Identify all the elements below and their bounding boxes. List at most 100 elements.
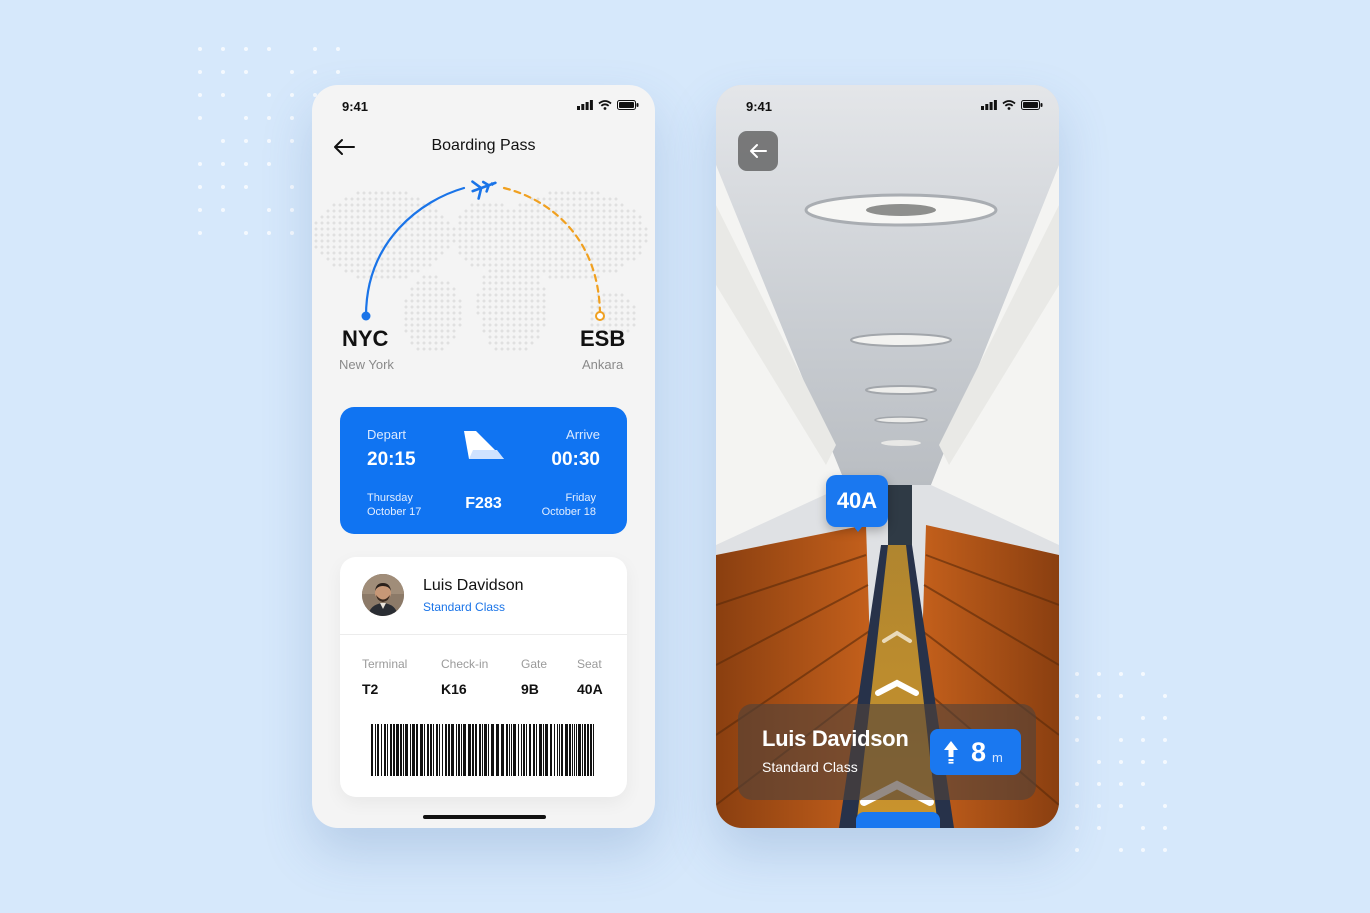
barcode-bar [584, 724, 586, 776]
background-dot [290, 231, 294, 235]
background-dot [336, 70, 340, 74]
background-dot [290, 139, 294, 143]
status-bar-icons [577, 100, 639, 110]
map-dot [434, 341, 438, 345]
gate-label: Gate [521, 657, 548, 671]
map-dot [428, 347, 432, 351]
background-dot [244, 47, 248, 51]
back-button[interactable] [738, 131, 778, 171]
background-dot [244, 231, 248, 235]
background-dot [313, 70, 317, 74]
background-dot [1141, 760, 1145, 764]
boarding-pass-screen: 9:41 Boarding Pass NYC New York ESB Anka… [312, 85, 655, 828]
barcode [371, 724, 594, 776]
barcode-bar [501, 724, 504, 776]
barcode-bar [506, 724, 508, 776]
background-dot [198, 70, 202, 74]
background-dot [198, 185, 202, 189]
background-dot [1163, 694, 1167, 698]
barcode-bar [463, 724, 466, 776]
barcode-bar [461, 724, 462, 776]
barcode-bar [523, 724, 525, 776]
seat-navigation-screen: 9:41 40A Luis Davidson Standard Class 8 … [716, 85, 1059, 828]
background-dot [244, 162, 248, 166]
barcode-bar [488, 724, 489, 776]
barcode-bar [387, 724, 388, 776]
barcode-bar [509, 724, 510, 776]
barcode-bar [574, 724, 575, 776]
barcode-bar [484, 724, 487, 776]
map-dot [434, 347, 438, 351]
background-dot [1097, 716, 1101, 720]
map-dot [512, 347, 516, 351]
barcode-bar [403, 724, 404, 776]
ticket-card[interactable]: Luis Davidson Standard Class Terminal T2… [340, 557, 627, 797]
origin-city: New York [339, 357, 394, 372]
map-dot [500, 347, 504, 351]
check-in-value: K16 [441, 681, 467, 697]
background-dot [198, 208, 202, 212]
check-in-label: Check-in [441, 657, 489, 671]
distance-unit: m [992, 750, 1003, 765]
barcode-bar [536, 724, 537, 776]
navigation-panel: Luis Davidson Standard Class 8 m [738, 704, 1036, 800]
gate-value: 9B [521, 681, 539, 697]
map-dot [524, 341, 528, 345]
flight-info-card[interactable]: Depart 20:15 Thursday October 17 Arrive … [340, 407, 627, 534]
background-dot [1141, 672, 1145, 676]
map-dot [416, 347, 420, 351]
background-dot [1075, 738, 1079, 742]
passenger-class: Standard Class [423, 600, 506, 614]
background-dot [1163, 826, 1167, 830]
background-dot [1075, 804, 1079, 808]
arrive-label: Arrive [566, 427, 600, 442]
signal-icon [981, 100, 997, 110]
barcode-bar [491, 724, 494, 776]
background-dot [1097, 672, 1101, 676]
barcode-bar [420, 724, 423, 776]
map-dot [530, 341, 534, 345]
background-dot [1119, 782, 1123, 786]
background-dot [1141, 826, 1145, 830]
barcode-bar [565, 724, 568, 776]
barcode-bar [458, 724, 460, 776]
background-dot [198, 47, 202, 51]
passenger-name: Luis Davidson [762, 726, 909, 751]
background-dot [290, 93, 294, 97]
background-dot [221, 93, 225, 97]
map-dot [416, 341, 420, 345]
barcode-bar [526, 724, 527, 776]
barcode-bar [393, 724, 395, 776]
map-dot [410, 341, 414, 345]
distance-value: 8 [971, 737, 987, 767]
background-dot [1119, 672, 1123, 676]
barcode-bar [559, 724, 560, 776]
barcode-bar [381, 724, 382, 776]
barcode-bar [521, 724, 522, 776]
battery-icon [1021, 100, 1043, 110]
map-dot [494, 347, 498, 351]
map-dot [512, 341, 516, 345]
barcode-bar [533, 724, 535, 776]
map-dot [446, 341, 450, 345]
passenger-name: Luis Davidson [423, 577, 524, 594]
background-dot [244, 70, 248, 74]
background-dot [1141, 716, 1145, 720]
barcode-bar [405, 724, 408, 776]
background-dot [267, 93, 271, 97]
arrow-up-icon [944, 741, 958, 764]
status-time: 9:41 [342, 99, 369, 114]
map-dot [488, 341, 492, 345]
wifi-icon [1002, 100, 1016, 110]
barcode-bar [479, 724, 481, 776]
seat-marker-pointer [851, 523, 865, 532]
seat-marker[interactable]: 40A [826, 475, 888, 527]
barcode-bar [545, 724, 548, 776]
bottom-sheet-handle[interactable] [856, 812, 940, 828]
background-dot [244, 116, 248, 120]
distance-indicator: 8 m [930, 729, 1021, 775]
background-dot [1097, 760, 1101, 764]
background-dot [244, 185, 248, 189]
map-dot [500, 341, 504, 345]
background-dot [267, 162, 271, 166]
